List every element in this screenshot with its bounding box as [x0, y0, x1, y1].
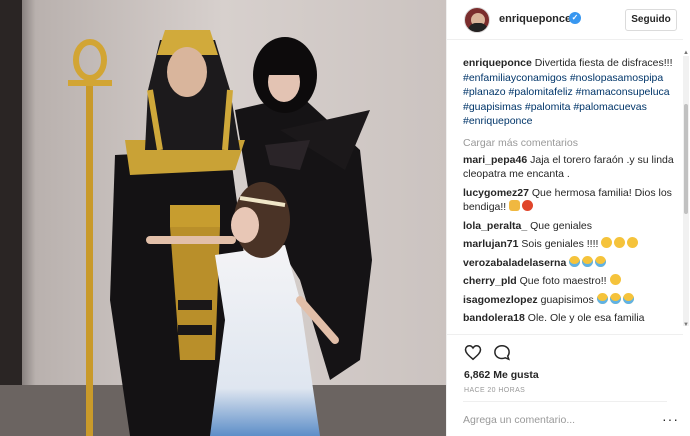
emoji-cry-icon — [595, 255, 607, 267]
follow-button[interactable]: Seguido — [625, 9, 677, 31]
comment-username[interactable]: lucygomez27 — [463, 187, 529, 199]
caption-text: Divertida fiesta de disfraces!!! — [534, 57, 673, 69]
comment-text: guapisimos — [537, 293, 597, 306]
hashtag-link[interactable]: #palomitafeliz — [509, 86, 573, 98]
comment-entries: mari_pepa46 Jaja el torero faraón .y su … — [463, 153, 679, 326]
post-side-panel: enriqueponce ✓ Seguido enriqueponce Dive… — [446, 0, 690, 436]
emoji-yellow-icon — [609, 274, 621, 285]
emoji-red-icon — [522, 200, 534, 211]
comment-item: isagomezlopez guapisimos — [463, 292, 679, 308]
comment-item: cherry_pld Que foto maestro!! — [463, 274, 679, 289]
emoji-cry-icon — [609, 292, 621, 304]
caption-hashtags: #enfamiliayconamigos #noslopasamospipa #… — [463, 72, 670, 128]
hashtag-link[interactable]: #planazo — [463, 86, 506, 98]
likes-count[interactable]: 6,862 Me gusta — [464, 369, 539, 381]
hashtag-link[interactable]: #palomacuevas — [573, 101, 647, 113]
emoji-yellow-icon — [601, 237, 613, 248]
add-comment-input[interactable]: Agrega un comentario... — [463, 401, 667, 426]
comment-icon[interactable] — [493, 344, 511, 361]
comment-username[interactable]: cherry_pld — [463, 275, 517, 287]
comment-item: lola_peralta_ Que geniales — [463, 219, 679, 234]
comment-username[interactable]: marlujan71 — [463, 238, 518, 250]
comment-text: Que foto maestro!! — [516, 275, 610, 287]
comment-username[interactable]: verozabaladelaserna — [463, 257, 566, 269]
hashtag-link[interactable]: #palomita — [525, 101, 571, 113]
comment-item: marlujan71 Sois geniales !!!! — [463, 237, 679, 252]
caption: enriqueponce Divertida fiesta de disfrac… — [463, 56, 679, 129]
heart-icon[interactable] — [464, 344, 482, 361]
more-options-icon[interactable]: ··· — [662, 411, 679, 427]
emoji-yellow-icon — [627, 237, 639, 248]
comment-item: mari_pepa46 Jaja el torero faraón .y su … — [463, 153, 679, 182]
emoji-cry-icon — [582, 255, 594, 267]
caption-username[interactable]: enriqueponce — [463, 57, 532, 69]
comment-item: lucygomez27 Que hermosa familia! Dios lo… — [463, 186, 679, 215]
post-photo[interactable] — [0, 0, 446, 436]
costume-photo-illustration — [0, 0, 446, 436]
load-more-comments-link[interactable]: Cargar más comentarios — [463, 137, 679, 149]
comment-item: verozabaladelaserna — [463, 255, 679, 271]
scrollbar-thumb[interactable] — [684, 104, 688, 214]
scroll-down-arrow-icon[interactable]: ▼ — [683, 322, 689, 328]
hashtag-link[interactable]: #guapisimas — [463, 101, 522, 113]
post-timestamp[interactable]: HACE 20 HORAS — [464, 387, 525, 394]
hashtag-link[interactable]: #enfamiliayconamigos — [463, 72, 567, 84]
emoji-cry-icon — [596, 292, 608, 304]
avatar[interactable] — [464, 7, 490, 33]
comments-list[interactable]: enriqueponce Divertida fiesta de disfrac… — [463, 56, 679, 334]
comment-text: Sois geniales !!!! — [518, 238, 602, 250]
hashtag-link[interactable]: #enriqueponce — [463, 115, 532, 127]
comment-username[interactable]: bandolera18 — [463, 312, 525, 324]
post-actions: 6,862 Me gusta HACE 20 HORAS Agrega un c… — [447, 334, 683, 436]
emoji-yellow-icon — [614, 237, 626, 248]
hashtag-link[interactable]: #noslopasamospipa — [570, 72, 663, 84]
comment-text: Ole. Ole y ole esa familia — [524, 312, 645, 324]
verified-badge-icon: ✓ — [569, 12, 581, 24]
comment-username[interactable]: isagomezlopez — [463, 294, 538, 306]
comment-text: Que geniales — [527, 219, 592, 232]
comments-scrollbar[interactable] — [683, 56, 689, 326]
emoji-pray-icon — [509, 200, 521, 211]
comment-username[interactable]: lola_peralta_ — [463, 220, 527, 232]
post-header: enriqueponce ✓ Seguido — [447, 0, 683, 40]
comment-username[interactable]: mari_pepa46 — [463, 154, 527, 166]
emoji-cry-icon — [622, 292, 634, 304]
hashtag-link[interactable]: #mamaconsupeluca — [576, 86, 670, 98]
comment-item: bandolera18 Ole. Ole y ole esa familia — [463, 311, 679, 326]
emoji-cry-icon — [569, 255, 581, 267]
author-username[interactable]: enriqueponce — [499, 13, 571, 25]
